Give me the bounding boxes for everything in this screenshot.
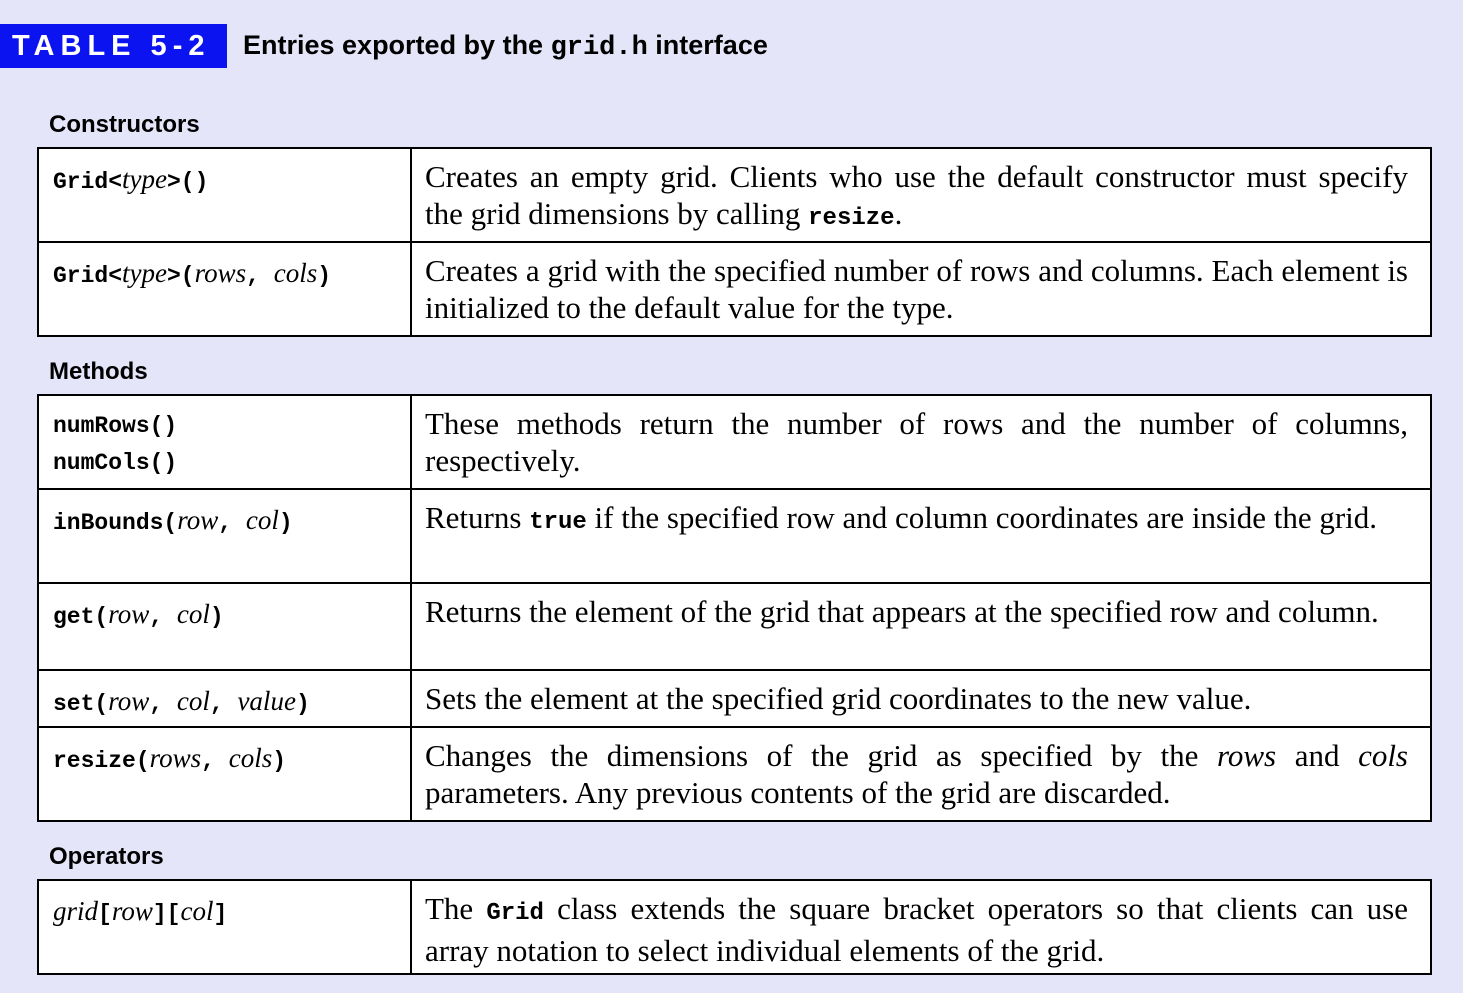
section-label-methods: Methods	[49, 358, 148, 385]
table-row: Grid<type>(rows, cols) Creates a grid wi…	[37, 241, 1432, 337]
constructors-table: Grid<type>() Creates an empty grid. Clie…	[37, 147, 1432, 337]
title-code: grid.h	[550, 32, 648, 63]
table-row: resize(rows, cols) Changes the dimension…	[37, 726, 1432, 822]
description-cell: Creates an empty grid. Clients who use t…	[410, 147, 1432, 243]
methods-table: numRows() numCols() These methods return …	[37, 394, 1432, 822]
section-label-constructors: Constructors	[49, 111, 200, 138]
description-cell: The Grid class extends the square bracke…	[410, 879, 1432, 975]
signature-cell: Grid<type>(rows, cols)	[37, 241, 412, 337]
operators-table: grid[row][col] The Grid class extends th…	[37, 879, 1432, 975]
signature-cell: set(row, col, value)	[37, 669, 412, 728]
signature-cell: get(row, col)	[37, 582, 412, 671]
signature-cell: inBounds(row, col)	[37, 488, 412, 584]
description-cell: Changes the dimensions of the grid as sp…	[410, 726, 1432, 822]
description-cell: Creates a grid with the specified number…	[410, 241, 1432, 337]
table-title: Entries exported by the grid.h interface	[243, 29, 768, 63]
signature-cell: numRows() numCols()	[37, 394, 412, 490]
description-cell: Returns the element of the grid that app…	[410, 582, 1432, 671]
table-header: TABLE 5-2 Entries exported by the grid.h…	[0, 24, 768, 68]
table-row: Grid<type>() Creates an empty grid. Clie…	[37, 147, 1432, 243]
description-cell: These methods return the number of rows …	[410, 394, 1432, 490]
table-row: get(row, col) Returns the element of the…	[37, 582, 1432, 671]
signature-cell: Grid<type>()	[37, 147, 412, 243]
description-cell: Sets the element at the specified grid c…	[410, 669, 1432, 728]
section-label-operators: Operators	[49, 843, 164, 870]
table-number-badge: TABLE 5-2	[0, 24, 227, 68]
description-cell: Returns true if the specified row and co…	[410, 488, 1432, 584]
table-row: grid[row][col] The Grid class extends th…	[37, 879, 1432, 975]
signature-cell: grid[row][col]	[37, 879, 412, 975]
table-row: set(row, col, value) Sets the element at…	[37, 669, 1432, 728]
signature-cell: resize(rows, cols)	[37, 726, 412, 822]
table-row: inBounds(row, col) Returns true if the s…	[37, 488, 1432, 584]
table-row: numRows() numCols() These methods return …	[37, 394, 1432, 490]
